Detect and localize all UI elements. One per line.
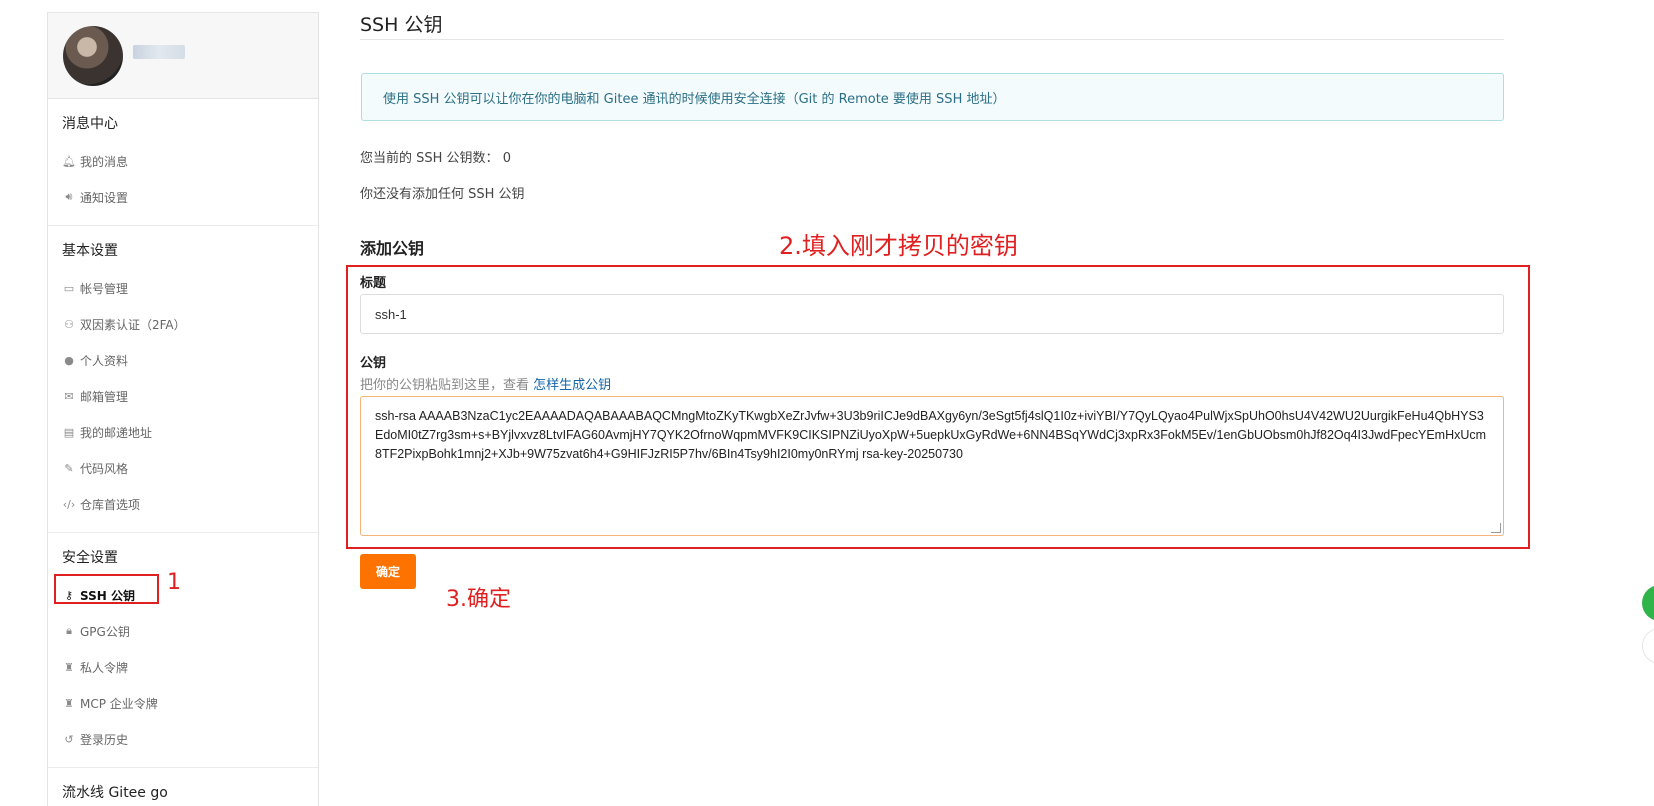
key-count-value: 0 [502, 151, 511, 166]
sidebar-item-label: MCP 企业令牌 [80, 696, 158, 711]
key-count-label: 您当前的 SSH 公钥数： [360, 151, 499, 166]
sidebar-item-profile[interactable]: ● 个人资料 [48, 342, 318, 378]
speaker-icon: 🔊︎ [65, 190, 73, 203]
bell-icon: 🔔︎ [62, 154, 76, 168]
section-title: 基本设置 [62, 243, 118, 259]
user-shield-icon: ⚇ [64, 317, 74, 331]
divider [360, 39, 1504, 40]
username-blurred[interactable] [133, 45, 185, 59]
floating-help-button[interactable] [1642, 585, 1654, 621]
annotation-step1: 1 [167, 570, 181, 595]
info-text: 使用 SSH 公钥可以让你在你的电脑和 Gitee 通讯的时候使用安全连接（Gi… [383, 91, 1006, 107]
annotation-box-step1 [54, 574, 159, 604]
annotation-step2: 2.填入刚才拷贝的密钥 [779, 232, 1018, 260]
sidebar-item-mcp-tokens[interactable]: ♜ MCP 企业令牌 [48, 685, 318, 721]
sidebar-section-messages: 消息中心 🔔︎ 我的消息 🔊︎ 通知设置 [48, 99, 318, 226]
sidebar-item-label: 代码风格 [80, 461, 129, 476]
sidebar-section-security: 安全设置 ⚷ SSH 公钥 🔒︎ GPG公钥 ♜ 私人令牌 ♜ MCP 企业令牌… [48, 533, 318, 768]
sidebar-item-label: 仓库首选项 [80, 497, 141, 512]
sidebar-item-2fa[interactable]: ⚇ 双因素认证（2FA） [48, 306, 318, 342]
brush-icon: ✎ [64, 461, 74, 475]
sidebar-item-label: GPG公钥 [80, 624, 130, 639]
sidebar-item-notification-settings[interactable]: 🔊︎ 通知设置 [48, 179, 318, 215]
id-card-icon: ▭ [63, 281, 75, 295]
sidebar-item-my-messages[interactable]: 🔔︎ 我的消息 [48, 143, 318, 179]
sidebar-item-label: 我的邮递地址 [80, 425, 153, 440]
floating-tool-button[interactable] [1642, 628, 1654, 664]
sidebar-item-gpg-keys[interactable]: 🔒︎ GPG公钥 [48, 613, 318, 649]
token-icon: ♜ [64, 696, 74, 710]
sidebar-item-login-history[interactable]: ↺ 登录历史 [48, 721, 318, 757]
user-icon: ● [64, 353, 74, 367]
section-title: 消息中心 [62, 116, 118, 132]
section-title[interactable]: 流水线 Gitee go [48, 782, 318, 802]
history-icon: ↺ [64, 732, 74, 746]
address-card-icon: ▤ [63, 425, 75, 439]
avatar[interactable] [63, 26, 123, 86]
sidebar-item-private-tokens[interactable]: ♜ 私人令牌 [48, 649, 318, 685]
envelope-icon: ✉ [64, 389, 74, 403]
sidebar-item-label: 登录历史 [80, 732, 129, 747]
code-icon: ‹/› [62, 497, 76, 511]
lock-icon: 🔒︎ [66, 624, 72, 637]
key-count: 您当前的 SSH 公钥数： 0 [360, 147, 511, 166]
sidebar-item-label: 邮箱管理 [80, 389, 129, 404]
sidebar-section-pipeline: 流水线 Gitee go [48, 768, 318, 806]
sidebar-item-email[interactable]: ✉ 邮箱管理 [48, 378, 318, 414]
annotation-step3: 3.确定 [446, 587, 511, 612]
empty-state-text: 你还没有添加任何 SSH 公钥 [360, 187, 525, 202]
section-title: 安全设置 [62, 550, 118, 566]
sidebar-item-label: 我的消息 [80, 154, 129, 169]
settings-sidebar: 消息中心 🔔︎ 我的消息 🔊︎ 通知设置 基本设置 ▭ 帐号管理 ⚇ 双因素认证… [47, 12, 319, 806]
sidebar-item-postal-address[interactable]: ▤ 我的邮递地址 [48, 414, 318, 450]
confirm-button[interactable]: 确定 [360, 554, 416, 589]
sidebar-item-label: 双因素认证（2FA） [80, 317, 186, 332]
token-icon: ♜ [64, 660, 74, 674]
sidebar-item-label: 个人资料 [80, 353, 129, 368]
sidebar-item-repo-preferences[interactable]: ‹/› 仓库首选项 [48, 486, 318, 522]
page-title: SSH 公钥 [360, 14, 443, 36]
info-banner: 使用 SSH 公钥可以让你在你的电脑和 Gitee 通讯的时候使用安全连接（Gi… [361, 73, 1504, 121]
sidebar-section-basic: 基本设置 ▭ 帐号管理 ⚇ 双因素认证（2FA） ● 个人资料 ✉ 邮箱管理 ▤… [48, 226, 318, 533]
sidebar-item-label: 私人令牌 [80, 660, 129, 675]
sidebar-item-code-style[interactable]: ✎ 代码风格 [48, 450, 318, 486]
annotation-box-step2 [346, 265, 1530, 549]
add-key-heading: 添加公钥 [360, 239, 425, 258]
sidebar-item-label: 通知设置 [80, 190, 129, 205]
profile-header [48, 13, 318, 99]
sidebar-item-account[interactable]: ▭ 帐号管理 [48, 270, 318, 306]
sidebar-item-label: 帐号管理 [80, 281, 129, 296]
